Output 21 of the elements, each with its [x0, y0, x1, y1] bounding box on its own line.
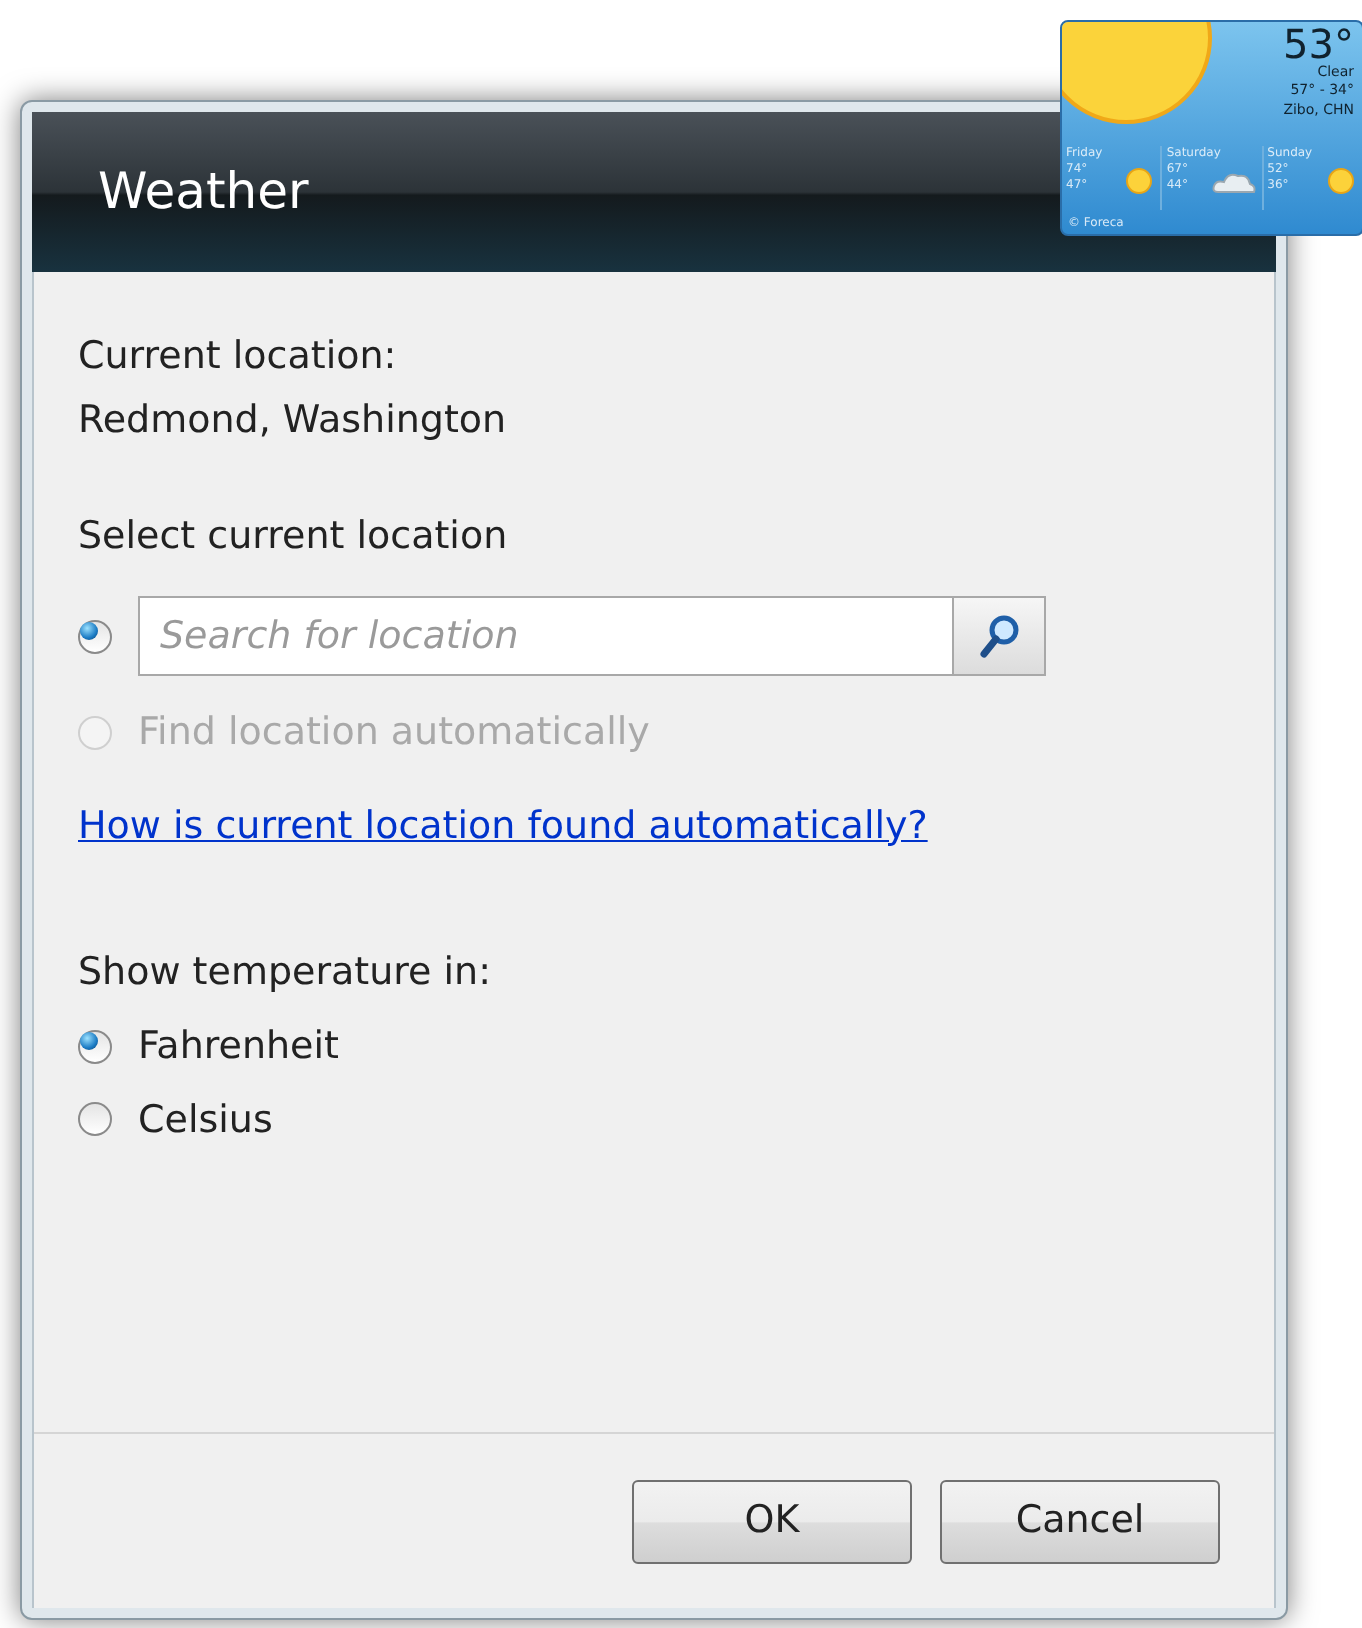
- search-field[interactable]: Search for location: [138, 596, 952, 676]
- dialog-button[interactable]: Cancel: [940, 1479, 1220, 1563]
- window-title: Weather: [98, 160, 309, 225]
- help-link[interactable]: How is current location found automatically?: [78, 797, 928, 854]
- sun-icon: [1327, 168, 1354, 194]
- current-location-value: Redmond, Washington: [78, 396, 509, 446]
- dialog-button[interactable]: OK: [632, 1479, 912, 1563]
- search-icon: [979, 614, 1019, 658]
- temperature-unit-option: Celsius: [138, 1091, 273, 1148]
- temperature-unit-label: Show temperature in:: [78, 948, 493, 998]
- cloud-icon: [1211, 170, 1256, 194]
- radio-button[interactable]: [78, 1102, 112, 1137]
- radio-button[interactable]: [78, 1029, 112, 1064]
- select-location-label: Select current location: [78, 512, 510, 562]
- temperature-unit-option: Fahrenheit: [138, 1018, 339, 1075]
- sun-icon: [1126, 168, 1153, 194]
- auto-location-label: Find location automatically: [138, 708, 650, 758]
- current-temperature: 53°: [1283, 24, 1354, 64]
- current-location-label: Current location:: [78, 332, 399, 382]
- radio-button[interactable]: [78, 619, 112, 653]
- search-button[interactable]: [952, 596, 1046, 676]
